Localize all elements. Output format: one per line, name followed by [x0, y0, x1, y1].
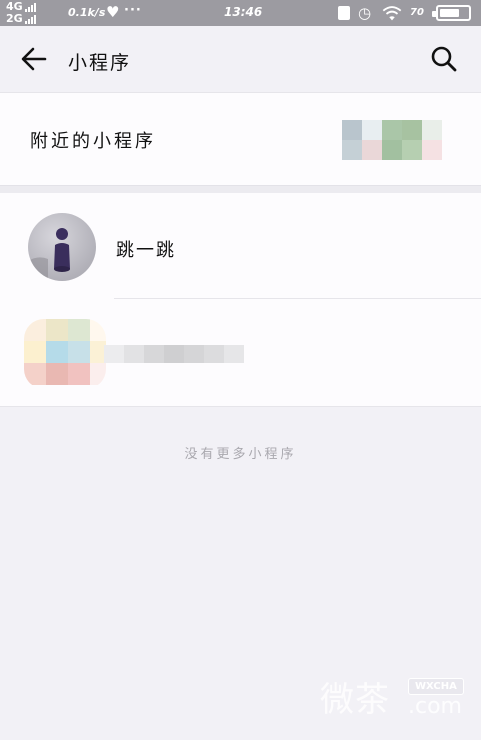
- list-item-name: 跳一跳: [116, 240, 176, 261]
- wifi-icon: [382, 6, 402, 21]
- list-item-name-blurred: [104, 339, 250, 369]
- nearby-label: 附近的小程序: [30, 131, 156, 152]
- battery-icon: [432, 5, 471, 21]
- watermark-text: 微茶: [320, 680, 390, 720]
- sim-icon: [338, 6, 350, 20]
- avatar: [28, 213, 96, 281]
- arrow-left-icon[interactable]: [20, 46, 48, 72]
- watermark-badge: WXCHA: [408, 678, 464, 695]
- alarm-icon: ◷: [358, 4, 372, 22]
- watermark-logo: 微茶 WXCHA .com: [320, 672, 470, 722]
- list-item[interactable]: [0, 299, 481, 407]
- signal-bars-icon: [24, 13, 37, 24]
- battery-percent: 70: [410, 7, 424, 18]
- section-gap: [0, 186, 481, 193]
- network-indicator: 4G 2G: [6, 0, 62, 26]
- search-icon[interactable]: [430, 45, 458, 73]
- network-speed: 0.1k/s: [68, 6, 106, 19]
- watermark-domain: .com: [408, 694, 462, 719]
- list-item[interactable]: 跳一跳: [0, 193, 481, 299]
- nearby-preview-thumbnails: [342, 120, 446, 162]
- mini-program-list: 跳一跳: [0, 193, 481, 407]
- clock: 13:46: [224, 5, 263, 19]
- status-bar: 4G 2G 0.1k/s ♥ ··· 13:46 ◷ 70: [0, 0, 481, 26]
- nav-bar: 小程序: [0, 26, 481, 92]
- signal-bars-icon: [24, 1, 37, 12]
- nearby-mini-programs[interactable]: 附近的小程序: [0, 92, 481, 186]
- avatar: [24, 319, 106, 389]
- battery-fill: [440, 9, 459, 17]
- chess-piece-icon: [28, 228, 70, 281]
- network-bottom-label: 2G: [6, 12, 23, 25]
- no-more-message: 没有更多小程序: [184, 447, 297, 462]
- more-notifications: ···: [124, 3, 142, 18]
- heart-icon: ♥: [106, 3, 120, 21]
- page-title: 小程序: [68, 52, 132, 74]
